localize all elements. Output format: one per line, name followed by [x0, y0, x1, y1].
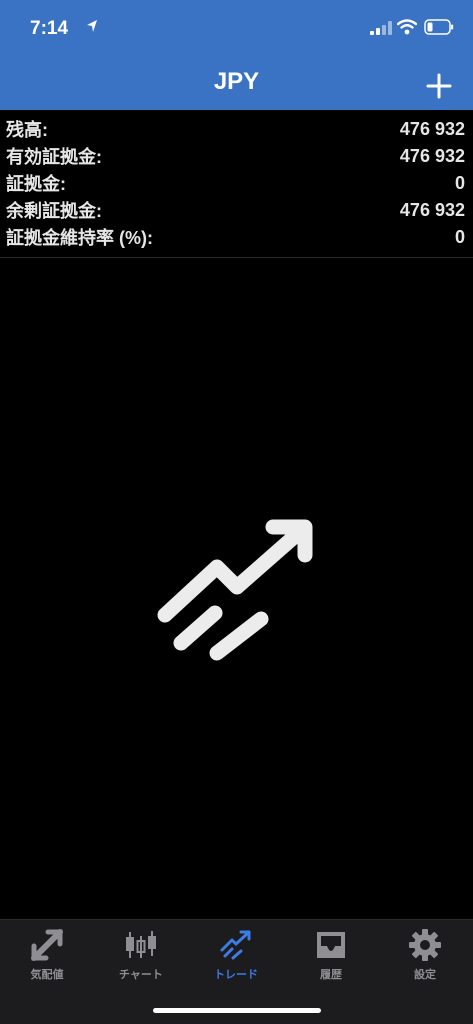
candlestick-chart-icon	[126, 931, 156, 958]
free-margin-label: 余剰証拠金:	[6, 201, 102, 221]
tab-settings[interactable]: 設定	[378, 920, 472, 990]
balance-label: 残高:	[6, 120, 48, 140]
wifi-icon	[397, 19, 417, 35]
margin-level-value: 0	[454, 226, 465, 247]
account-summary: 残高: 476 932 有効証拠金: 476 932 証拠金: 0 余剰証拠金:…	[0, 112, 473, 258]
margin-level-label: 証拠金維持率 (%):	[6, 228, 153, 248]
tab-trade-label: トレード	[214, 969, 258, 981]
margin-row: 証拠金: 0	[6, 170, 465, 196]
equity-value: 476 932	[399, 145, 465, 166]
tab-chart[interactable]: チャート	[94, 920, 188, 990]
margin-label: 証拠金:	[6, 174, 66, 194]
battery-icon	[424, 19, 454, 35]
balance-value: 476 932	[399, 118, 465, 139]
equity-label: 有効証拠金:	[6, 147, 102, 167]
tab-settings-label: 設定	[414, 969, 436, 981]
equity-row: 有効証拠金: 476 932	[6, 143, 465, 169]
history-inbox-icon	[317, 932, 345, 958]
status-bar: 7:14	[0, 0, 473, 56]
trade-trend-icon	[220, 930, 251, 960]
cellular-signal-icon	[370, 21, 392, 35]
page-title: JPY	[213, 68, 260, 95]
balance-row: 残高: 476 932	[6, 116, 465, 142]
settings-gear-icon	[409, 929, 441, 961]
status-time: 7:14	[30, 18, 69, 39]
margin-level-row: 証拠金維持率 (%): 0	[6, 224, 465, 250]
plus-icon[interactable]	[425, 72, 453, 100]
tab-quotes[interactable]: 気配値	[0, 920, 94, 990]
free-margin-row: 余剰証拠金: 476 932	[6, 197, 465, 223]
quotes-arrows-icon	[31, 929, 63, 961]
tab-history[interactable]: 履歴	[284, 920, 378, 990]
margin-value: 0	[454, 172, 465, 193]
navigation-bar: JPY	[0, 56, 473, 110]
tab-trade[interactable]: トレード	[189, 920, 283, 990]
home-indicator[interactable]	[153, 1008, 321, 1013]
tab-history-label: 履歴	[320, 969, 342, 981]
trade-trend-icon	[157, 519, 313, 661]
tab-chart-label: チャート	[119, 969, 163, 981]
free-margin-value: 476 932	[399, 199, 465, 220]
tab-quotes-label: 気配値	[30, 969, 64, 981]
location-arrow-icon	[87, 20, 97, 32]
